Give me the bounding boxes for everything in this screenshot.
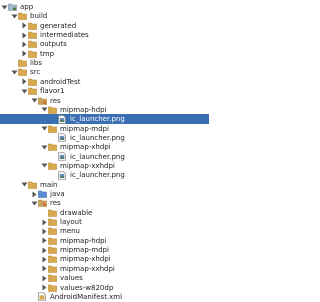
- tree-item-label: AndroidManifest.xml: [50, 292, 123, 301]
- tree-arrow-spacer: [31, 292, 38, 302]
- project-tree: app build generated intermediates outputs tmp…: [0, 0, 209, 302]
- manifest-file-icon: [38, 292, 47, 302]
- tree-item[interactable]: AndroidManifest.xml: [0, 292, 209, 302]
